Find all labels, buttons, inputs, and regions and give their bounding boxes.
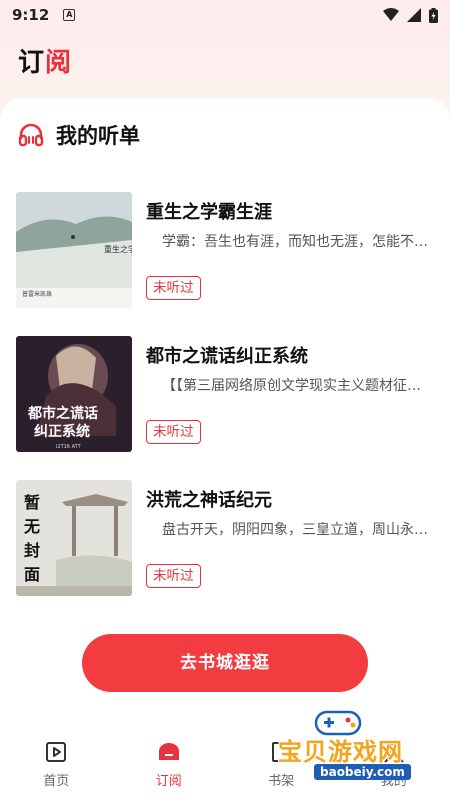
- user-icon: [384, 743, 404, 763]
- status-time: 9:12: [12, 6, 50, 24]
- book-desc-1: 学霸：吾生也有涯，而知也无涯，怎能不…: [162, 234, 428, 250]
- book-item-3[interactable]: 暂 无 封 面 洪荒之神话纪元 盘古开天，阴阳四象，三皇立道，周山永… 未听过: [16, 480, 436, 598]
- book-title-1[interactable]: 重生之学霸生涯: [146, 198, 272, 224]
- book-item-2[interactable]: 都市之谎话 纠正系统 i2T16 ATT 都市之谎话纠正系统 【【第三届网络原创…: [16, 336, 436, 454]
- cover-2-author: i2T16 ATT: [56, 444, 82, 450]
- section-title: 我的听单: [56, 124, 140, 148]
- book-title-2[interactable]: 都市之谎话纠正系统: [146, 342, 308, 368]
- book-desc-3: 盘古开天，阴阳四象，三皇立道，周山永…: [162, 522, 428, 538]
- status-badge-1: 未听过: [146, 276, 201, 300]
- go-to-bookstore-button[interactable]: 去书城逛逛: [82, 634, 368, 692]
- battery-icon: [429, 7, 438, 23]
- notification-icon: A: [63, 9, 76, 21]
- cover-3-char-4: 面: [24, 565, 40, 584]
- book-cover-3[interactable]: 暂 无 封 面: [16, 480, 132, 596]
- status-badge-2: 未听过: [146, 420, 201, 444]
- cover-2-title-1: 都市之谎话: [27, 405, 98, 422]
- cover-image-3: 暂 无 封 面: [16, 480, 132, 596]
- book-title-3[interactable]: 洪荒之神话纪元: [146, 486, 272, 512]
- status-badge-3: 未听过: [146, 564, 201, 588]
- page-title-part2: 阅: [45, 48, 73, 78]
- page-title: 订阅: [18, 42, 72, 79]
- cover-3-char-1: 暂: [24, 493, 40, 512]
- book-desc-2: 【【第三届网络原创文学现实主义题材征…: [162, 378, 421, 394]
- tab-mine[interactable]: 我的: [338, 738, 450, 800]
- cover-3-char-3: 封: [24, 541, 40, 560]
- cover-1-title: 重生之学霸生涯: [104, 244, 132, 254]
- play-square-icon: [46, 742, 67, 762]
- cover-image-1: 重生之学霸生涯 普雷米凯珠: [16, 192, 132, 308]
- book-cover-1[interactable]: 重生之学霸生涯 普雷米凯珠: [16, 192, 132, 308]
- signal-icon: [407, 8, 421, 22]
- status-indicators: [383, 7, 438, 23]
- book-cover-2[interactable]: 都市之谎话 纠正系统 i2T16 ATT: [16, 336, 132, 452]
- tab-bookshelf-label: 书架: [268, 774, 295, 789]
- tab-home-label: 首页: [43, 774, 70, 789]
- book-item-1[interactable]: 重生之学霸生涯 普雷米凯珠 重生之学霸生涯 学霸：吾生也有涯，而知也无涯，怎能不…: [16, 192, 436, 310]
- tab-subscribe[interactable]: 订阅: [113, 738, 226, 800]
- cover-3-char-2: 无: [23, 517, 40, 536]
- headphones-icon: [18, 123, 44, 147]
- page-title-part1: 订: [18, 48, 46, 78]
- tab-mine-label: 我的: [380, 774, 407, 789]
- tab-home[interactable]: 首页: [0, 738, 113, 800]
- bottom-tab-bar: 首页 订阅 书架 我的: [0, 738, 450, 800]
- cover-1-author: 普雷米凯珠: [22, 290, 52, 298]
- cover-2-title-2: 纠正系统: [34, 423, 90, 440]
- tab-subscribe-label: 订阅: [155, 774, 182, 789]
- cover-image-2: 都市之谎话 纠正系统 i2T16 ATT: [16, 336, 132, 452]
- subscribe-icon: [158, 743, 179, 760]
- status-bar: 9:12 A: [0, 0, 450, 30]
- tab-bookshelf[interactable]: 书架: [225, 738, 338, 800]
- section-header: 我的听单: [18, 120, 140, 150]
- wifi-icon: [383, 8, 399, 21]
- bookshelf-icon: [272, 742, 291, 762]
